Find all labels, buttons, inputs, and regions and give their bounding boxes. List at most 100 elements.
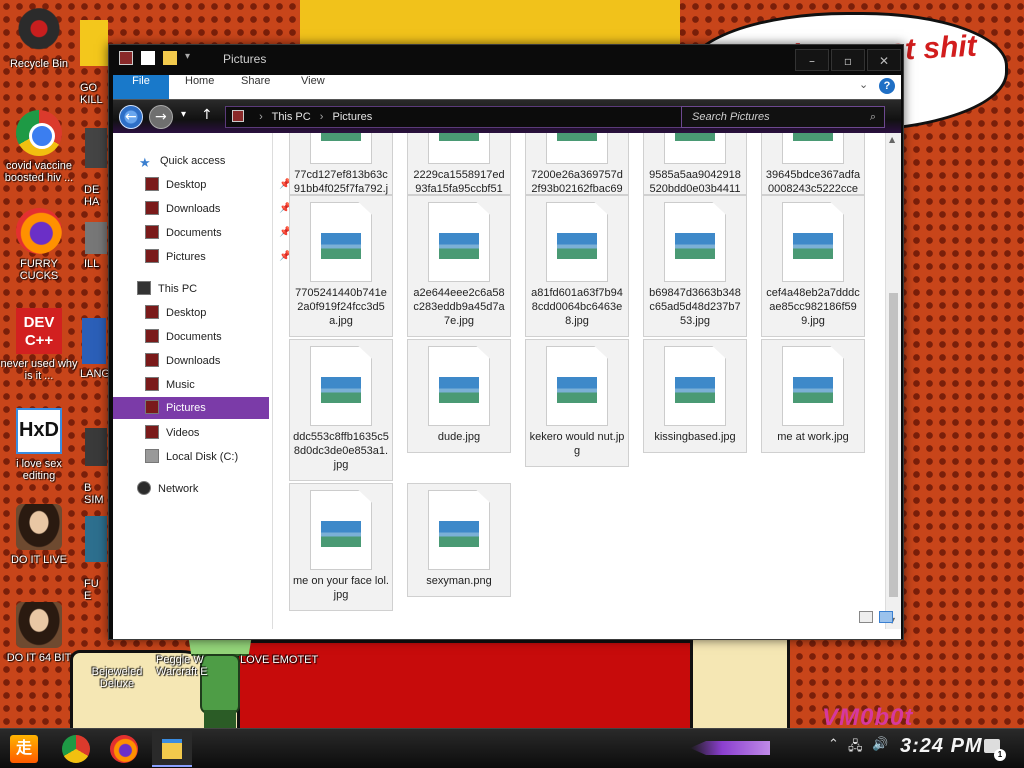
- image-file-icon: [428, 202, 490, 282]
- ribbon-tabs: File Home Share View ⌄ ?: [113, 75, 901, 99]
- desktop-icon-partial[interactable]: B SIM: [84, 416, 108, 506]
- desktop-icon-partial[interactable]: LANG: [80, 318, 110, 380]
- breadcrumb-separator: ›: [259, 111, 263, 123]
- scroll-up-icon[interactable]: ▲: [889, 135, 895, 144]
- file-tile[interactable]: 7200e26a369757d2f93b02162fbac698.jpg: [525, 133, 629, 209]
- desktop-icon-bejeweled[interactable]: Bejeweled Deluxe: [78, 654, 156, 690]
- taskbar-firefox-icon[interactable]: [110, 735, 138, 763]
- chevron-down-icon[interactable]: ▾: [185, 51, 193, 65]
- nav-this-pc[interactable]: This PC: [137, 279, 197, 299]
- file-tile[interactable]: ddc553c8ffb1635c58d0dc3de0e853a1.jpg: [289, 339, 393, 481]
- file-tile[interactable]: me at work.jpg: [761, 339, 865, 453]
- nav-network[interactable]: Network: [137, 479, 198, 499]
- tab-share[interactable]: Share: [241, 75, 270, 99]
- forward-button[interactable]: →: [149, 105, 173, 129]
- desktop-icon-do-it-live[interactable]: DO IT LIVE: [0, 504, 78, 566]
- close-button[interactable]: ✕: [867, 49, 901, 71]
- explorer-window[interactable]: ▾ Pictures – ▫ ✕ File Home Share View ⌄ …: [108, 44, 904, 640]
- volume-icon[interactable]: 🔊: [872, 737, 888, 752]
- desktop-icon-devcpp[interactable]: DEV C++ never used why is it ...: [0, 308, 78, 382]
- desktop-icon-partial[interactable]: GO KILL: [80, 8, 108, 106]
- minimize-button[interactable]: –: [795, 49, 829, 71]
- file-tile[interactable]: 39645bdce367adfa0008243c5222cce8.jpg: [761, 133, 865, 209]
- file-tile[interactable]: cef4a48eb2a7dddcae85cc982186f599.jpg: [761, 195, 865, 337]
- file-tile[interactable]: me on your face lol.jpg: [289, 483, 393, 611]
- file-tile[interactable]: kekero would nut.jpg: [525, 339, 629, 467]
- maximize-button[interactable]: ▫: [831, 49, 865, 71]
- nav-pc-videos[interactable]: Videos: [145, 423, 199, 443]
- arrow-right-icon: →: [155, 109, 167, 125]
- desktop-icon-partial[interactable]: FU E: [84, 504, 108, 602]
- breadcrumb-pictures[interactable]: Pictures: [333, 111, 373, 123]
- search-input[interactable]: Search Pictures ⌕: [681, 106, 885, 128]
- portrait-icon: [16, 504, 62, 550]
- tab-view[interactable]: View: [301, 75, 325, 99]
- desktop-icon-chrome[interactable]: covid vaccine boosted hiv ...: [0, 110, 78, 184]
- nav-pc-documents[interactable]: Documents: [145, 327, 222, 347]
- image-file-icon: [664, 346, 726, 426]
- file-tile[interactable]: b69847d3663b348c65ad5d48d237b753.jpg: [643, 195, 747, 337]
- desktop-icon-partial[interactable]: DE HA: [84, 116, 108, 208]
- vertical-scrollbar[interactable]: ▲ ▼: [885, 133, 901, 629]
- expand-ribbon-icon[interactable]: ⌄: [859, 78, 868, 91]
- taskbar-clock[interactable]: 3:24 PM: [900, 735, 983, 758]
- new-folder-icon[interactable]: [163, 51, 177, 65]
- breadcrumb-this-pc[interactable]: This PC: [272, 111, 311, 123]
- desktop-icon-recycle-bin[interactable]: Recycle Bin: [0, 8, 78, 70]
- image-file-icon: [664, 202, 726, 282]
- title-bar[interactable]: ▾ Pictures – ▫ ✕: [109, 45, 903, 75]
- quick-access-toolbar: ▾: [119, 51, 193, 65]
- nav-label: This PC: [158, 283, 198, 295]
- music-folder-icon: [145, 377, 159, 391]
- file-tile[interactable]: 9585a5aa9042918520bdd0e03b441188.jpg: [643, 133, 747, 209]
- nav-label: Local Disk (C:): [166, 451, 239, 463]
- recent-locations-icon[interactable]: ▾: [181, 109, 186, 120]
- breadcrumb-separator: ›: [319, 111, 324, 123]
- file-tile[interactable]: 77cd127ef813b63c91bb4f025f7fa792.jpg: [289, 133, 393, 209]
- nav-pc-local-disk[interactable]: Local Disk (C:): [145, 447, 238, 467]
- desktop-icon-do-it-64-bit[interactable]: DO IT 64 BIT: [0, 602, 78, 664]
- details-view-icon[interactable]: [859, 611, 873, 623]
- taskbar-chrome-icon[interactable]: [62, 735, 90, 763]
- desktop-icon-hxd[interactable]: HxD i love sex editing: [0, 408, 78, 482]
- search-icon[interactable]: ⌕: [870, 107, 876, 127]
- file-tile[interactable]: dude.jpg: [407, 339, 511, 453]
- folder-icon: [119, 51, 133, 65]
- large-icons-view-icon[interactable]: [879, 611, 893, 623]
- file-name: dude.jpg: [437, 431, 481, 443]
- help-icon[interactable]: ?: [879, 78, 895, 94]
- file-tile[interactable]: 2229ca1558917ed93fa15fa95ccbf513.jpg: [407, 133, 511, 209]
- downloads-folder-icon: [145, 201, 159, 215]
- up-button[interactable]: ↑: [201, 107, 213, 123]
- network-tray-icon[interactable]: 🖧: [848, 737, 863, 759]
- file-tile[interactable]: a2e644eee2c6a58c283eddb9a45d7a7e.jpg: [407, 195, 511, 337]
- devcpp-icon: DEV C++: [16, 308, 62, 354]
- nav-pc-desktop[interactable]: Desktop: [145, 303, 206, 323]
- file-tile[interactable]: a81fd601a63f7b948cdd0064bc6463e8.jpg: [525, 195, 629, 337]
- nav-pc-music[interactable]: Music: [145, 375, 195, 395]
- back-button[interactable]: ←: [119, 105, 143, 129]
- desktop-icon-label-love-emotet[interactable]: LOVE EMOTET: [240, 654, 318, 666]
- desktop-icon-partial[interactable]: ILL: [84, 222, 108, 270]
- tab-home[interactable]: Home: [185, 75, 214, 99]
- image-file-icon: [546, 202, 608, 282]
- file-tile[interactable]: sexyman.png: [407, 483, 511, 597]
- file-tile[interactable]: 7705241440b741e2a0f919f24fcc3d5a.jpg: [289, 195, 393, 337]
- file-tile[interactable]: kissingbased.jpg: [643, 339, 747, 453]
- start-button[interactable]: 走: [10, 735, 38, 763]
- taskbar-file-explorer-icon[interactable]: [152, 731, 192, 767]
- hxd-icon: HxD: [16, 408, 62, 454]
- view-switcher: [859, 611, 893, 623]
- desktop-icon-firefox[interactable]: FURRY CUCKS: [0, 208, 78, 282]
- search-placeholder: Search Pictures: [692, 111, 770, 123]
- tab-file[interactable]: File: [113, 75, 169, 99]
- desktop-icon-label: FU E: [84, 578, 99, 602]
- image-file-icon: [428, 346, 490, 426]
- tray-overflow-icon[interactable]: ⌃: [828, 737, 839, 752]
- nav-pc-downloads[interactable]: Downloads: [145, 351, 220, 371]
- nav-pc-pictures[interactable]: Pictures: [145, 398, 206, 418]
- nav-quick-access[interactable]: ★ Quick access: [139, 151, 225, 171]
- properties-icon[interactable]: [141, 51, 155, 65]
- scrollbar-thumb[interactable]: [889, 293, 898, 597]
- desktop-icon-label-peggle[interactable]: Peggle W Warcraft E: [156, 654, 208, 678]
